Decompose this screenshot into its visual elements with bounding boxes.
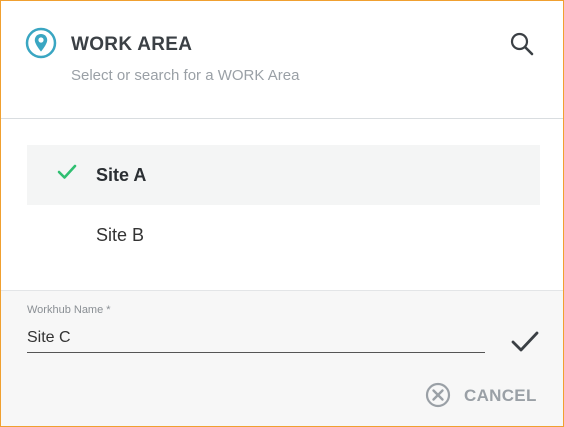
close-circle-icon (425, 382, 451, 408)
dialog-header: WORK AREA Select or search for a WORK Ar… (1, 1, 563, 119)
dialog-footer: Workhub Name * CANCEL (1, 290, 563, 426)
dialog-subtitle: Select or search for a WORK Area (71, 67, 300, 84)
selected-check-icon (57, 164, 77, 179)
dialog-title: WORK AREA (71, 34, 193, 55)
work-area-dialog: WORK AREA Select or search for a WORK Ar… (0, 0, 564, 427)
location-pin-icon (25, 27, 57, 59)
checkmark-icon[interactable] (510, 329, 540, 355)
list-item-site-b[interactable]: Site B (27, 205, 540, 265)
cancel-label: CANCEL (464, 386, 537, 405)
search-icon[interactable] (507, 29, 537, 59)
workhub-name-label: Workhub Name * (27, 304, 111, 316)
cancel-button[interactable]: CANCEL (425, 380, 545, 410)
list-item-site-a[interactable]: Site A (27, 145, 540, 205)
list-item-label: Site A (96, 165, 147, 185)
workhub-name-input[interactable] (27, 323, 485, 353)
list-item-label: Site B (96, 225, 145, 245)
work-area-list: Site A Site B (27, 145, 540, 265)
